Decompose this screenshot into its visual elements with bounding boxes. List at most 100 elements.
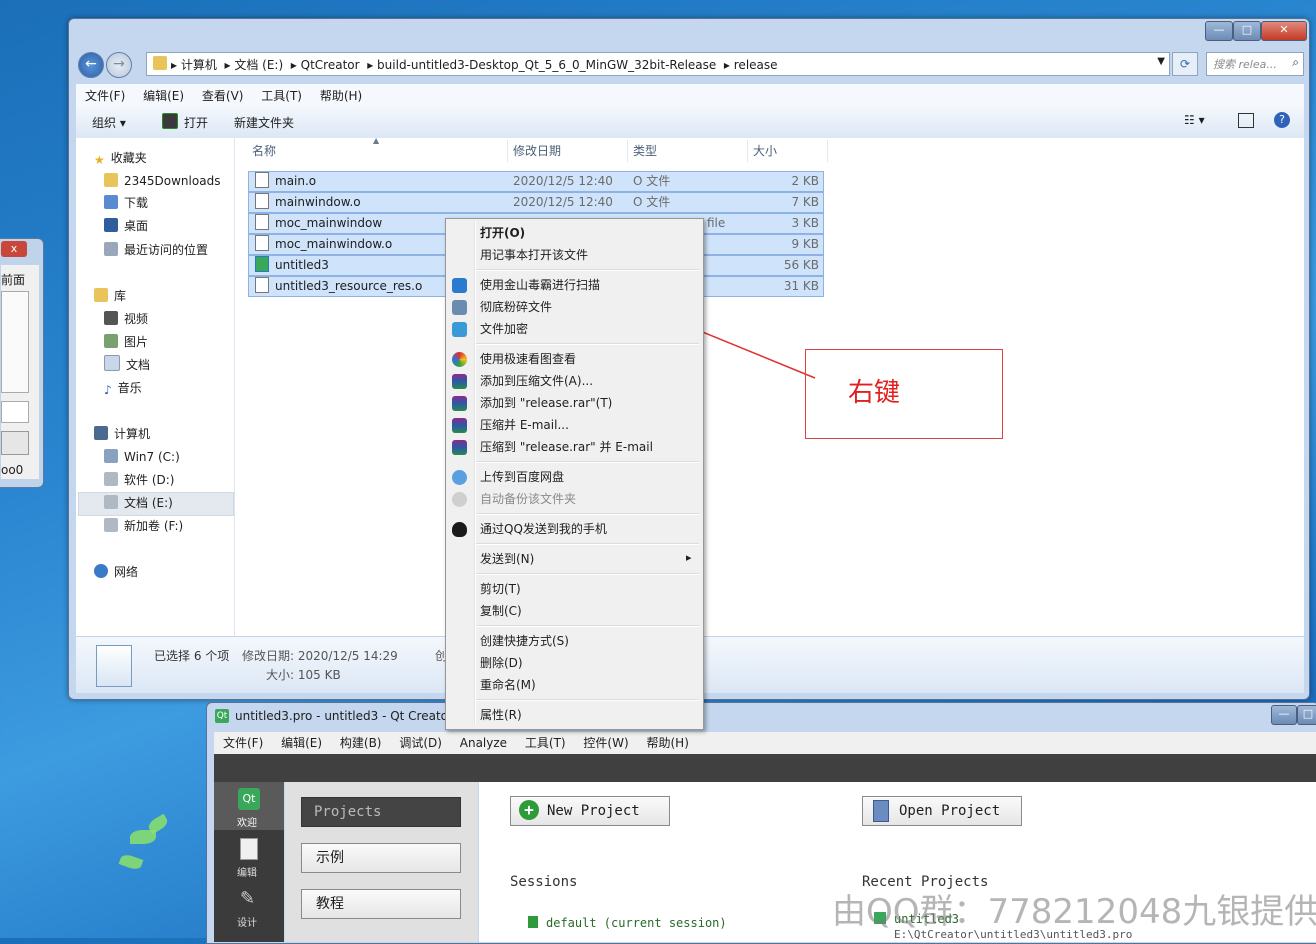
maximize-button[interactable]: □ <box>1233 21 1261 41</box>
qt-menu-build[interactable]: 构建(B) <box>340 736 382 750</box>
menu-item-cut[interactable]: 剪切(T) <box>480 579 521 599</box>
nav-item-downloads[interactable]: 下载 <box>104 193 148 213</box>
new-folder-button[interactable]: 新建文件夹 <box>234 114 294 131</box>
open-project-button[interactable]: Open Project <box>862 796 1022 826</box>
mode-design[interactable]: ✎ 设计 <box>214 884 284 930</box>
column-divider <box>627 140 628 162</box>
chevron-down-icon[interactable]: ▼ <box>1157 56 1165 67</box>
menu-item-properties[interactable]: 属性(R) <box>480 705 522 725</box>
view-options-icon[interactable]: ☷ ▾ <box>1184 113 1205 127</box>
qt-menu-debug[interactable]: 调试(D) <box>399 736 442 750</box>
projects-tab[interactable]: Projects <box>301 797 461 827</box>
nav-drive-c[interactable]: Win7 (C:) <box>104 447 180 467</box>
mode-edit[interactable]: 编辑 <box>214 834 284 880</box>
menu-item-add-release-rar[interactable]: 添加到 "release.rar"(T) <box>480 393 612 413</box>
nav-item-desktop[interactable]: 桌面 <box>104 216 148 236</box>
menu-item-view-image[interactable]: 使用极速看图查看 <box>480 349 576 369</box>
qt-menu-edit[interactable]: 编辑(E) <box>281 736 322 750</box>
menu-help[interactable]: 帮助(H) <box>320 89 362 103</box>
nav-item-music[interactable]: ♪ 音乐 <box>104 378 142 398</box>
nav-item-recent[interactable]: 最近访问的位置 <box>104 240 208 260</box>
refresh-icon[interactable]: ⟳ <box>1172 52 1198 76</box>
open-button[interactable]: 打开 <box>162 113 208 131</box>
nav-drive-e[interactable]: 文档 (E:) <box>104 493 173 513</box>
star-icon: ★ <box>94 153 105 167</box>
menu-item-upload-baidu[interactable]: 上传到百度网盘 <box>480 467 564 487</box>
menu-item-send-qq[interactable]: 通过QQ发送到我的手机 <box>480 519 607 539</box>
menu-item-shred[interactable]: 彻底粉碎文件 <box>480 297 552 317</box>
nav-favorites[interactable]: ★ 收藏夹 <box>94 148 147 168</box>
tutorials-tab[interactable]: 教程 <box>301 889 461 919</box>
column-header-modified[interactable]: 修改日期 <box>513 142 561 159</box>
desktop-icon <box>104 218 118 232</box>
nav-item-videos[interactable]: 视频 <box>104 309 148 329</box>
table-row[interactable]: mainwindow.o 2020/12/5 12:40 O 文件 7 KB <box>248 192 824 213</box>
file-name: mainwindow.o <box>275 195 361 209</box>
search-placeholder: 搜索 relea... <box>1213 58 1277 71</box>
breadcrumb-item[interactable]: 文档 (E:) <box>234 58 283 72</box>
address-bar[interactable]: ▸ 计算机 ▸ 文档 (E:) ▸ QtCreator ▸ build-unti… <box>146 52 1170 76</box>
menu-file[interactable]: 文件(F) <box>85 89 125 103</box>
back-button[interactable]: ← <box>78 52 104 78</box>
qt-menu-tools[interactable]: 工具(T) <box>525 736 566 750</box>
menu-separator <box>476 269 699 271</box>
menu-item-compress-release-email[interactable]: 压缩到 "release.rar" 并 E-mail <box>480 437 653 457</box>
dialog-select[interactable] <box>1 401 29 423</box>
qt-menu-analyze[interactable]: Analyze <box>460 736 507 750</box>
examples-tab[interactable]: 示例 <box>301 843 461 873</box>
nav-item-documents[interactable]: 文档 <box>104 355 150 375</box>
menu-edit[interactable]: 编辑(E) <box>143 89 184 103</box>
column-header-type[interactable]: 类型 <box>633 142 657 159</box>
minimize-button[interactable]: — <box>1205 21 1233 41</box>
menu-item-create-shortcut[interactable]: 创建快捷方式(S) <box>480 631 569 651</box>
nav-network[interactable]: 网络 <box>94 562 138 582</box>
maximize-button[interactable]: □ <box>1297 705 1316 725</box>
selection-modified: 修改日期: 2020/12/5 14:29 <box>242 649 398 663</box>
breadcrumb-item[interactable]: 计算机 <box>181 58 217 72</box>
session-item[interactable]: default (current session) <box>528 916 727 930</box>
forward-button[interactable]: → <box>106 52 132 78</box>
qt-header-band <box>214 754 1316 782</box>
menu-tools[interactable]: 工具(T) <box>261 89 302 103</box>
menu-item-add-archive[interactable]: 添加到压缩文件(A)... <box>480 371 593 391</box>
nav-item-2345downloads[interactable]: 2345Downloads <box>104 171 220 191</box>
menu-item-delete[interactable]: 删除(D) <box>480 653 523 673</box>
breadcrumb-item[interactable]: QtCreator <box>301 58 360 72</box>
nav-item-pictures[interactable]: 图片 <box>104 332 148 352</box>
organize-button[interactable]: 组织 ▾ <box>92 114 126 131</box>
table-row[interactable]: main.o 2020/12/5 12:40 O 文件 2 KB <box>248 171 824 192</box>
new-project-button[interactable]: + New Project <box>510 796 670 826</box>
dialog-close-button[interactable]: x <box>1 241 27 257</box>
menu-item-encrypt[interactable]: 文件加密 <box>480 319 528 339</box>
nav-drive-d[interactable]: 软件 (D:) <box>104 470 174 490</box>
background-dialog: x 前面 oo0 <box>0 238 44 488</box>
preview-pane-icon[interactable] <box>1238 113 1254 128</box>
menu-view[interactable]: 查看(V) <box>202 89 244 103</box>
breadcrumb-item[interactable]: build-untitled3-Desktop_Qt_5_6_0_MinGW_3… <box>377 58 716 72</box>
dialog-box <box>1 291 29 393</box>
qq-penguin-icon <box>452 522 467 537</box>
qt-menu-help[interactable]: 帮助(H) <box>646 736 688 750</box>
column-header-name[interactable]: 名称 <box>252 142 276 159</box>
menu-item-rename[interactable]: 重命名(M) <box>480 675 536 695</box>
column-header-size[interactable]: 大小 <box>753 142 777 159</box>
search-input[interactable]: 搜索 relea... ⌕ <box>1206 52 1304 76</box>
minimize-button[interactable]: — <box>1271 705 1297 725</box>
nav-library[interactable]: 库 <box>94 286 126 306</box>
qt-menu-file[interactable]: 文件(F) <box>223 736 263 750</box>
qt-menu-widgets[interactable]: 控件(W) <box>583 736 628 750</box>
close-button[interactable]: ✕ <box>1261 21 1307 41</box>
file-icon <box>255 214 269 230</box>
dialog-button[interactable] <box>1 431 29 455</box>
menu-item-open-notepad[interactable]: 用记事本打开该文件 <box>480 245 588 265</box>
breadcrumb-item[interactable]: release <box>734 58 778 72</box>
menu-item-compress-email[interactable]: 压缩并 E-mail... <box>480 415 569 435</box>
nav-computer[interactable]: 计算机 <box>94 424 150 444</box>
mode-welcome[interactable]: Qt 欢迎 <box>214 782 284 830</box>
help-icon[interactable]: ? <box>1274 112 1290 128</box>
menu-item-send-to[interactable]: 发送到(N) <box>480 549 534 569</box>
nav-drive-f[interactable]: 新加卷 (F:) <box>104 516 183 536</box>
menu-item-copy[interactable]: 复制(C) <box>480 601 522 621</box>
menu-item-open[interactable]: 打开(O) <box>480 223 525 243</box>
menu-item-scan[interactable]: 使用金山毒霸进行扫描 <box>480 275 600 295</box>
